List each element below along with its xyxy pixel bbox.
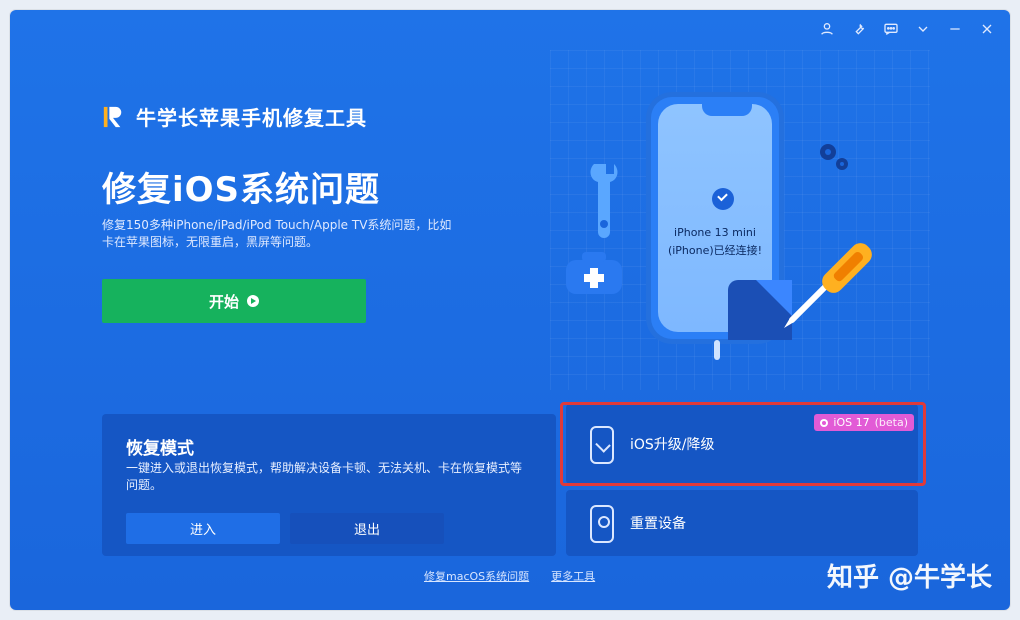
reset-device-label: 重置设备 bbox=[630, 516, 686, 532]
ios-upgrade-label: iOS升级/降级 bbox=[630, 437, 715, 453]
reset-device-card[interactable]: 重置设备 bbox=[566, 490, 918, 556]
badge-dot-icon bbox=[820, 418, 829, 427]
ios-beta-badge: iOS 17 (beta) bbox=[814, 414, 914, 431]
app-window: 牛学长苹果手机修复工具 修复iOS系统问题 修复150多种iPhone/iPad… bbox=[10, 10, 1010, 610]
play-icon bbox=[247, 295, 259, 307]
phone-upgrade-icon bbox=[590, 426, 614, 464]
exit-recovery-button[interactable]: 退出 bbox=[290, 513, 444, 544]
app-logo-icon bbox=[103, 106, 122, 127]
chevron-down-icon[interactable] bbox=[914, 20, 932, 38]
phone-reset-icon bbox=[590, 505, 614, 543]
footer-links: 修复macOS系统问题 更多工具 bbox=[424, 568, 595, 584]
screwdriver-icon bbox=[784, 243, 872, 328]
brand-name: 牛学长苹果手机修复工具 bbox=[136, 106, 367, 130]
page-title: 修复iOS系统问题 bbox=[102, 170, 381, 210]
start-button[interactable]: 开始 bbox=[102, 279, 366, 323]
tools-icon[interactable] bbox=[850, 20, 868, 38]
feedback-icon[interactable] bbox=[882, 20, 900, 38]
device-illustration: iPhone 13 mini (iPhone)已经连接! bbox=[550, 80, 930, 400]
watermark: 知乎 @牛学长 bbox=[826, 563, 992, 593]
device-status: (iPhone)已经连接! bbox=[667, 244, 763, 257]
recovery-mode-card: 恢复模式 一键进入或退出恢复模式，帮助解决设备卡顿、无法关机、卡在恢复模式等问题… bbox=[102, 414, 556, 556]
ios-upgrade-downgrade-card[interactable]: iOS升级/降级 iOS 17 (beta) bbox=[566, 404, 918, 484]
badge-text: iOS 17 bbox=[833, 416, 870, 429]
wrench-icon bbox=[590, 164, 618, 238]
device-name: iPhone 13 mini bbox=[674, 226, 756, 239]
enter-recovery-button[interactable]: 进入 bbox=[126, 513, 280, 544]
badge-beta-text: (beta) bbox=[874, 416, 908, 429]
toolbox-icon bbox=[566, 252, 622, 294]
account-icon[interactable] bbox=[818, 20, 836, 38]
titlebar-controls bbox=[818, 20, 996, 38]
close-icon[interactable] bbox=[978, 20, 996, 38]
cable-icon bbox=[714, 340, 720, 360]
gears-icon bbox=[820, 144, 848, 170]
phone-notch bbox=[702, 104, 752, 116]
brand: 牛学长苹果手机修复工具 bbox=[102, 102, 367, 131]
check-icon bbox=[712, 188, 734, 210]
repair-macos-link[interactable]: 修复macOS系统问题 bbox=[424, 568, 529, 584]
page-description: 修复150多种iPhone/iPad/iPod Touch/Apple TV系统… bbox=[102, 218, 452, 249]
recovery-title: 恢复模式 bbox=[126, 439, 194, 459]
start-button-label: 开始 bbox=[208, 292, 239, 311]
recovery-description: 一键进入或退出恢复模式，帮助解决设备卡顿、无法关机、卡在恢复模式等问题。 bbox=[126, 461, 523, 492]
more-tools-link[interactable]: 更多工具 bbox=[551, 568, 595, 584]
minimize-icon[interactable] bbox=[946, 20, 964, 38]
